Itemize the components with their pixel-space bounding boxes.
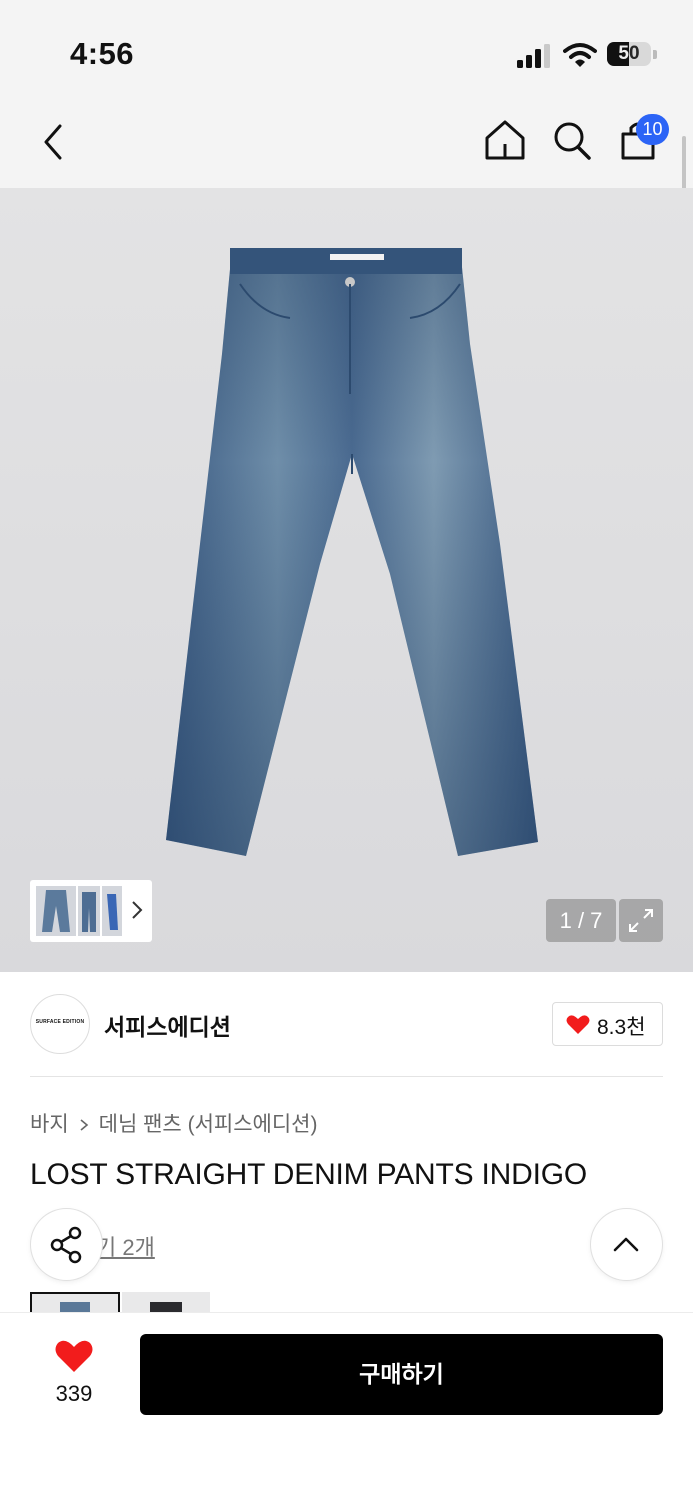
battery-percent: 50 — [618, 43, 640, 64]
image-counter: 1 / 7 — [546, 899, 616, 942]
back-icon[interactable] — [34, 120, 74, 164]
brand-like-button[interactable]: 8.3천 — [552, 1002, 663, 1046]
heart-icon — [566, 1015, 590, 1034]
battery-indicator: 50 — [607, 42, 657, 68]
product-image — [166, 248, 538, 856]
product-title: LOST STRAIGHT DENIM PANTS INDIGO — [30, 1158, 588, 1191]
brand-logo[interactable]: SURFACE EDITION — [30, 994, 90, 1054]
status-bar: 4:56 50 — [0, 0, 693, 100]
heart-icon[interactable] — [55, 1339, 93, 1373]
cart-badge: 10 — [636, 114, 669, 145]
color-option[interactable] — [30, 1292, 120, 1314]
brand-row[interactable]: SURFACE EDITION 서피스에디션 8.3천 — [30, 994, 663, 1056]
thumbnail-image[interactable] — [78, 886, 100, 936]
search-icon[interactable] — [550, 118, 594, 164]
breadcrumb-category[interactable]: 바지 — [30, 1113, 69, 1136]
product-image-gallery[interactable]: 1 / 7 — [0, 188, 693, 972]
wish-count: 339 — [55, 1381, 93, 1406]
buy-button[interactable]: 구매하기 — [140, 1334, 663, 1415]
brand-logo-text: SURFACE EDITION — [35, 1019, 85, 1025]
color-option-image — [150, 1302, 182, 1312]
color-option-image — [60, 1302, 90, 1314]
bottom-action-bar: 339 구매하기 — [0, 1312, 693, 1501]
breadcrumb-subcategory[interactable]: 데님 팬츠 (서피스에디션) — [99, 1113, 318, 1136]
scroll-top-button[interactable] — [591, 1209, 662, 1280]
home-icon[interactable] — [483, 118, 527, 164]
color-option[interactable] — [122, 1292, 210, 1312]
thumbnail-image[interactable] — [36, 886, 76, 936]
thumbnail-image[interactable] — [102, 886, 122, 936]
brand-like-count: 8.3천 — [597, 1016, 646, 1039]
wifi-icon — [563, 43, 597, 67]
cellular-signal-icon — [517, 44, 550, 68]
thumbnail-strip[interactable] — [30, 880, 152, 942]
share-icon — [50, 1226, 82, 1264]
share-button[interactable] — [31, 1209, 102, 1280]
app-bar — [0, 100, 693, 188]
reviews-link[interactable]: 기 2개 — [96, 1230, 155, 1262]
brand-name[interactable]: 서피스에디션 — [104, 1008, 231, 1042]
breadcrumb: 바지 데님 팬츠 (서피스에디션) — [30, 1108, 318, 1138]
expand-icon[interactable] — [619, 899, 663, 942]
status-time: 4:56 — [70, 36, 135, 71]
divider — [30, 1076, 663, 1077]
chevron-up-icon — [613, 1237, 639, 1252]
chevron-right-icon — [80, 1119, 88, 1132]
chevron-right-icon[interactable] — [130, 898, 144, 922]
